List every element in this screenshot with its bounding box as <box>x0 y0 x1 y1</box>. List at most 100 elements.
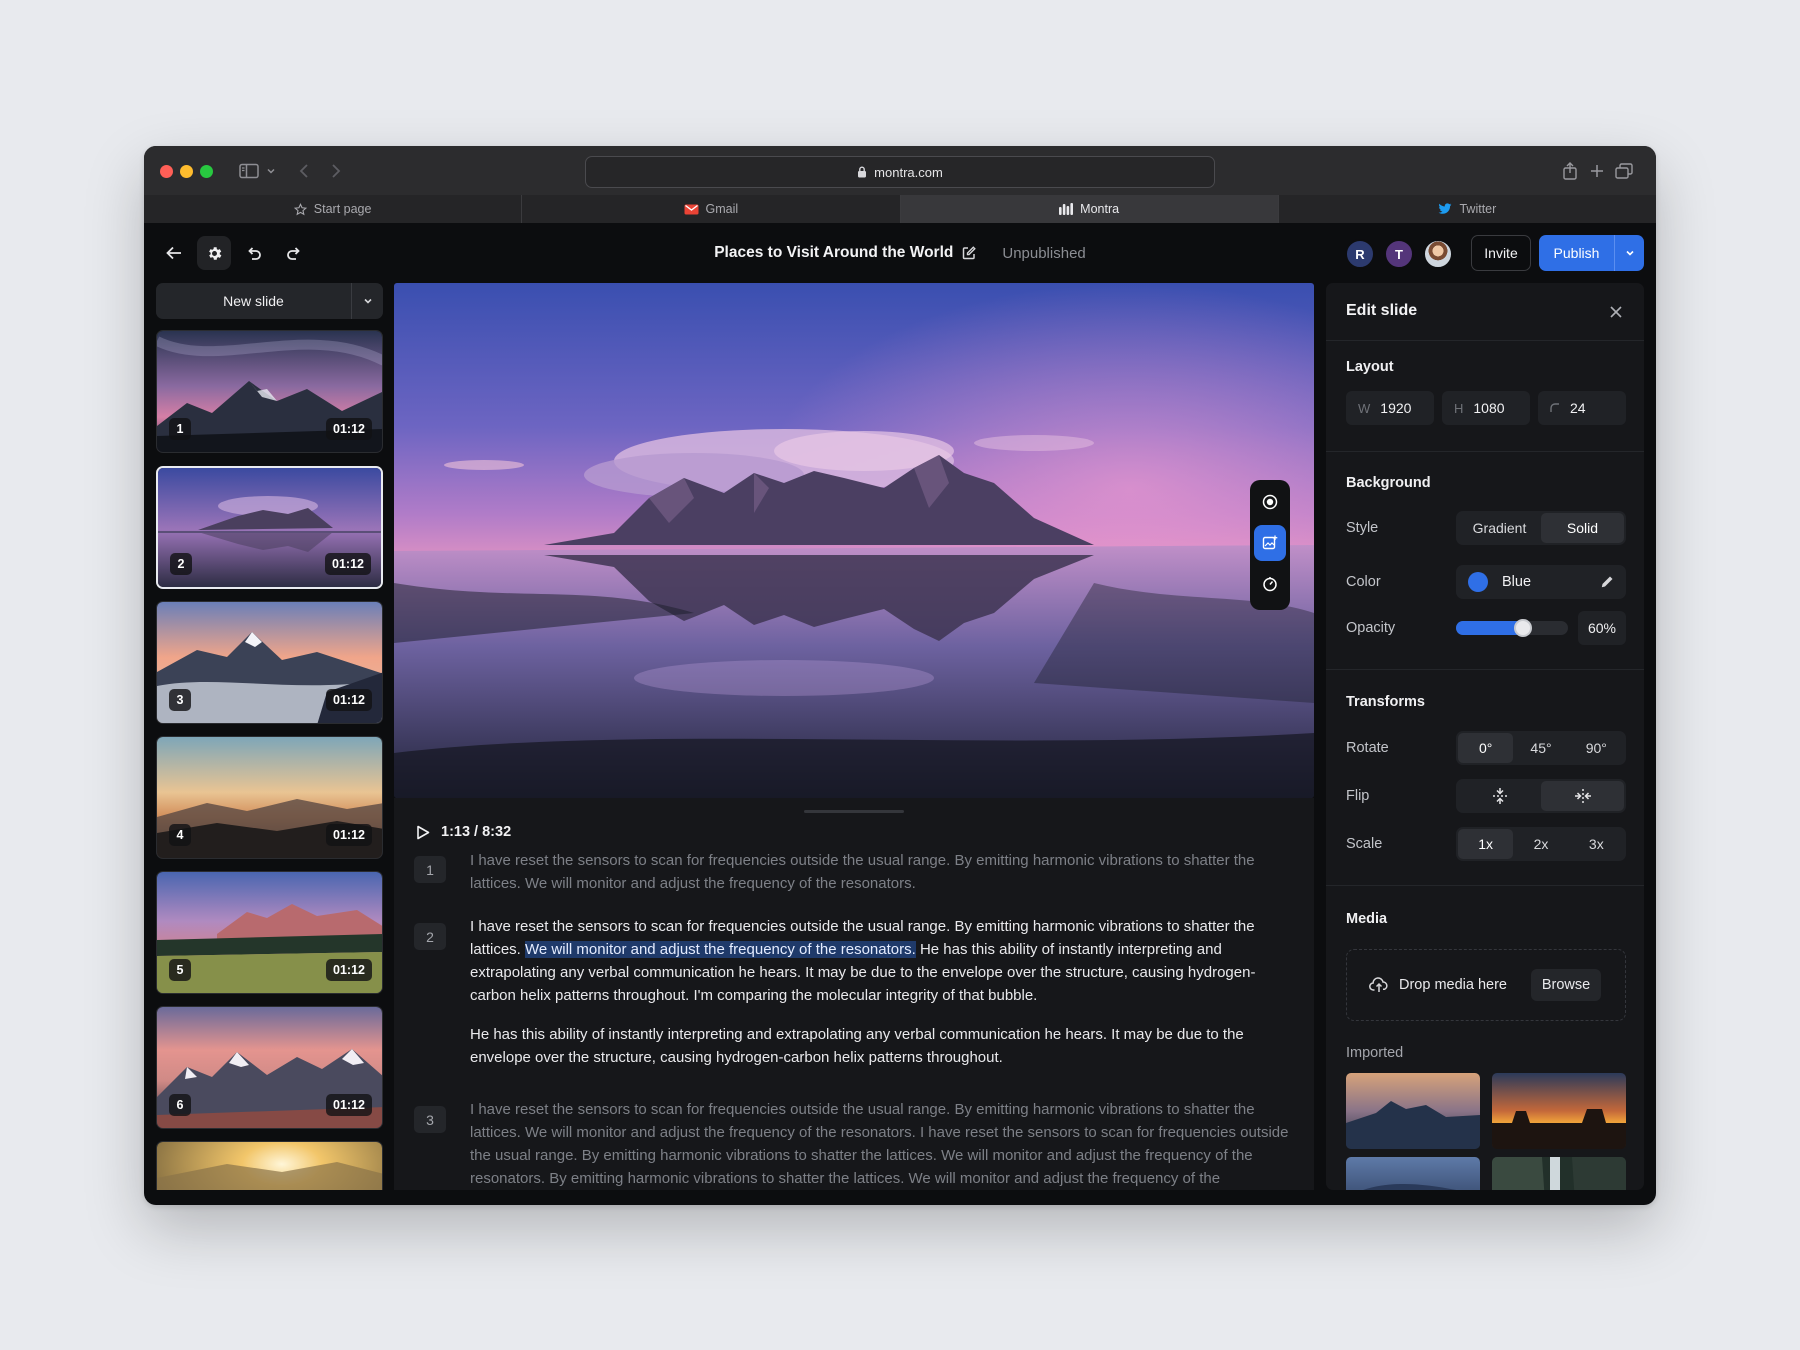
color-swatch <box>1468 572 1488 592</box>
scale-option-3x[interactable]: 3x <box>1569 829 1624 859</box>
color-name: Blue <box>1502 574 1532 590</box>
style-option-gradient[interactable]: Gradient <box>1458 513 1541 543</box>
script-paragraph-active[interactable]: I have reset the sensors to scan for fre… <box>470 915 1290 1007</box>
avatar[interactable]: R <box>1345 239 1375 269</box>
image-add-icon <box>1262 535 1278 551</box>
slide-canvas[interactable] <box>394 283 1314 798</box>
opacity-slider[interactable] <box>1456 619 1568 637</box>
slide-number: 6 <box>169 1094 191 1116</box>
invite-button[interactable]: Invite <box>1471 235 1531 271</box>
playback-time: 1:13 / 8:32 <box>441 824 512 840</box>
layout-section-title: Layout <box>1346 359 1394 375</box>
transforms-section-title: Transforms <box>1346 694 1425 710</box>
opacity-value[interactable]: 60% <box>1578 611 1626 645</box>
publish-options-button[interactable] <box>1614 235 1644 271</box>
rotate-option-90[interactable]: 90° <box>1569 733 1624 763</box>
panel-header: Edit slide <box>1326 283 1644 341</box>
new-tab-icon[interactable] <box>1586 158 1608 184</box>
slide-thumbnail[interactable] <box>156 1141 383 1190</box>
publish-status: Unpublished <box>1002 244 1086 262</box>
lock-icon <box>857 166 867 178</box>
imported-media-thumbnail[interactable] <box>1346 1157 1480 1190</box>
tab-start-page[interactable]: Start page <box>144 195 523 223</box>
resize-handle[interactable] <box>804 810 904 813</box>
arrow-left-icon <box>166 246 182 260</box>
slide-thumbnail[interactable]: 1 01:12 <box>156 330 383 453</box>
width-field[interactable]: W 1920 <box>1346 391 1434 425</box>
timer-button[interactable] <box>1254 566 1286 602</box>
slide-number: 1 <box>169 418 191 440</box>
script-paragraph[interactable]: I have reset the sensors to scan for fre… <box>470 849 1290 895</box>
imported-media-thumbnail[interactable] <box>1346 1073 1480 1149</box>
forward-arrow-icon[interactable] <box>326 158 346 184</box>
style-option-solid[interactable]: Solid <box>1541 513 1624 543</box>
settings-button[interactable] <box>197 236 231 270</box>
flip-vertical-button[interactable] <box>1458 781 1541 811</box>
corner-radius-value: 24 <box>1570 400 1586 416</box>
color-picker[interactable]: Blue <box>1456 565 1626 599</box>
paragraph-number: 3 <box>414 1106 446 1133</box>
browse-button[interactable]: Browse <box>1531 969 1601 1001</box>
publish-button-group: Publish <box>1539 235 1644 271</box>
imported-media-thumbnail[interactable] <box>1492 1157 1626 1190</box>
sidebar-toggle-icon[interactable] <box>236 158 262 184</box>
scale-option-2x[interactable]: 2x <box>1513 829 1568 859</box>
tab-gmail[interactable]: Gmail <box>522 195 901 223</box>
new-slide-options-button[interactable] <box>351 283 383 319</box>
play-icon[interactable] <box>416 825 430 840</box>
tab-montra[interactable]: Montra <box>900 195 1279 223</box>
divider <box>1326 885 1644 886</box>
slide-duration: 01:12 <box>326 1094 372 1116</box>
record-button[interactable] <box>1254 484 1286 520</box>
rotate-option-45[interactable]: 45° <box>1513 733 1568 763</box>
media-button[interactable] <box>1254 525 1286 561</box>
tab-twitter[interactable]: Twitter <box>1279 195 1656 223</box>
sidebar-menu-chevron-icon[interactable] <box>265 158 277 184</box>
undo-button[interactable] <box>237 236 271 270</box>
script-paragraph[interactable]: He has this ability of instantly interpr… <box>470 1023 1290 1069</box>
app-header: Places to Visit Around the World Unpubli… <box>144 223 1656 283</box>
avatar-photo[interactable] <box>1423 239 1453 269</box>
tab-overview-icon[interactable] <box>1613 158 1635 184</box>
slide-thumbnail[interactable]: 4 01:12 <box>156 736 383 859</box>
pencil-icon[interactable] <box>1600 575 1614 589</box>
close-panel-button[interactable] <box>1606 302 1626 322</box>
share-icon[interactable] <box>1559 158 1581 184</box>
scale-option-1x[interactable]: 1x <box>1458 829 1514 859</box>
redo-button[interactable] <box>277 236 311 270</box>
divider <box>1326 451 1644 452</box>
background-section-title: Background <box>1346 475 1431 491</box>
imported-media-thumbnail[interactable] <box>1492 1073 1626 1149</box>
panel-title: Edit slide <box>1346 302 1418 319</box>
back-arrow-icon[interactable] <box>294 158 314 184</box>
edit-title-icon[interactable] <box>962 246 977 260</box>
flip-segmented-control <box>1456 779 1626 813</box>
slide-thumbnail[interactable]: 6 01:12 <box>156 1006 383 1129</box>
slide-duration: 01:12 <box>326 689 372 711</box>
flip-horizontal-button[interactable] <box>1541 781 1624 811</box>
height-field[interactable]: H 1080 <box>1442 391 1530 425</box>
opacity-slider-knob[interactable] <box>1514 619 1532 637</box>
corner-radius-icon <box>1550 403 1560 413</box>
height-value: 1080 <box>1473 400 1505 416</box>
script-paragraph[interactable]: I have reset the sensors to scan for fre… <box>470 1098 1290 1190</box>
rotate-option-0[interactable]: 0° <box>1458 733 1514 763</box>
color-label: Color <box>1346 574 1381 590</box>
back-button[interactable] <box>157 236 191 270</box>
undo-icon <box>246 245 262 261</box>
media-dropzone[interactable]: Drop media here Browse <box>1346 949 1626 1021</box>
dropzone-label: Drop media here <box>1399 977 1507 993</box>
slide-duration: 01:12 <box>326 418 372 440</box>
close-window-button[interactable] <box>160 165 173 178</box>
minimize-window-button[interactable] <box>180 165 193 178</box>
slide-thumbnail-selected[interactable]: 2 01:12 <box>156 466 383 589</box>
maximize-window-button[interactable] <box>200 165 213 178</box>
close-icon <box>1610 306 1622 318</box>
new-slide-button[interactable]: New slide <box>156 283 351 319</box>
slide-thumbnail[interactable]: 5 01:12 <box>156 871 383 994</box>
avatar[interactable]: T <box>1384 239 1414 269</box>
publish-button[interactable]: Publish <box>1539 235 1614 271</box>
address-bar[interactable]: montra.com <box>585 156 1215 188</box>
slide-thumbnail[interactable]: 3 01:12 <box>156 601 383 724</box>
corner-radius-field[interactable]: 24 <box>1538 391 1626 425</box>
